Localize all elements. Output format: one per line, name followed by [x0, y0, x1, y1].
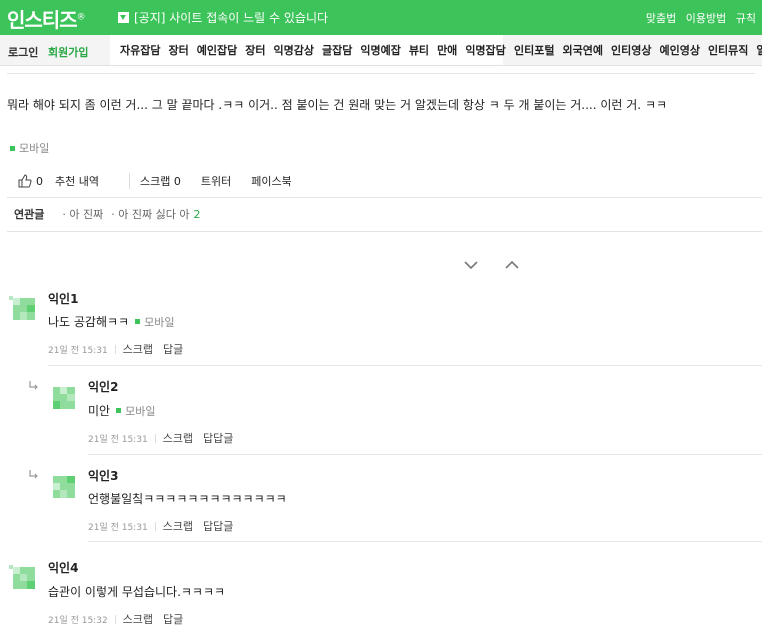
facebook-share-button[interactable]: 페이스북 — [251, 173, 291, 189]
menu-item[interactable]: 예인영상 — [659, 42, 699, 58]
comment-meta: 21일 전 15:31 스크랩 답답글 — [88, 430, 243, 446]
comment-time: 21일 전 15:31 — [88, 434, 148, 445]
avatar — [13, 567, 35, 589]
comment-meta: 21일 전 15:31 스크랩 답답글 — [88, 518, 243, 534]
thumbs-up-icon[interactable] — [18, 174, 32, 188]
top-link-spelling[interactable]: 맞춤법 — [646, 12, 676, 25]
mobile-dot-icon — [10, 145, 15, 151]
post-actions: 0 추천 내역 스크랩 0 트위터 페이스북 — [18, 172, 312, 190]
related-posts: 연관글 · 아 진짜 · 아 진짜 싫다 아2 — [14, 206, 208, 222]
device-tag: 모바일 — [10, 140, 49, 156]
scrap-button[interactable]: 스크랩 0 — [140, 173, 181, 189]
comment-time: 21일 전 15:31 — [88, 522, 148, 533]
menu-item[interactable]: 인티뮤직 — [708, 42, 748, 58]
top-header: 인스티즈® [공지] 사이트 접속이 느릴 수 있습니다 맞춤법 이용방법 규칙 — [0, 0, 762, 35]
menu-item[interactable]: 익명예잡 — [360, 42, 400, 58]
avatar — [53, 476, 75, 498]
login-link[interactable]: 로그인 — [8, 44, 38, 60]
divider — [7, 73, 755, 74]
chevron-down-icon[interactable] — [464, 258, 478, 272]
reply-link[interactable]: 답답글 — [203, 430, 233, 446]
comment-author: 익인2 — [88, 380, 119, 394]
menu-item[interactable]: 외국연예 — [562, 42, 602, 58]
top-link-rules[interactable]: 규칙 — [736, 12, 756, 25]
related-label: 연관글 — [14, 208, 45, 221]
scrap-link[interactable]: 스크랩 — [163, 518, 193, 534]
nav-bar: 로그인 회원가입 자유잡담 장터 예인잡담 장터 익명감상 글잡담 익명예잡 뷰… — [0, 35, 762, 66]
comment-text: 미안 모바일 — [88, 404, 156, 418]
reply-link[interactable]: 답글 — [163, 611, 183, 627]
reply-arrow-icon — [29, 381, 38, 390]
menu-item[interactable]: 장터 — [168, 42, 188, 58]
reply-link[interactable]: 답글 — [163, 341, 183, 357]
comment-time: 21일 전 15:32 — [48, 615, 108, 626]
related-item[interactable]: · 아 진짜 — [62, 206, 103, 222]
comment-meta: 21일 전 15:31 스크랩 답글 — [48, 341, 193, 357]
notice-banner[interactable]: [공지] 사이트 접속이 느릴 수 있습니다 — [118, 9, 328, 26]
avatar-marker — [9, 296, 13, 300]
menu-item[interactable]: 자유잡담 — [120, 42, 160, 58]
portal-menu: 인티포털 외국연예 인티영상 예인영상 인티뮤직 일정 — [514, 35, 762, 65]
related-count: 2 — [193, 208, 201, 221]
comment-author: 익인1 — [48, 292, 79, 306]
top-link-guide[interactable]: 이용방법 — [686, 12, 726, 25]
divider — [7, 231, 762, 232]
notice-text[interactable]: [공지] 사이트 접속이 느릴 수 있습니다 — [134, 9, 328, 26]
menu-item[interactable]: 예인잡담 — [197, 42, 237, 58]
twitter-share-button[interactable]: 트위터 — [201, 173, 231, 189]
comment-time: 21일 전 15:31 — [48, 345, 108, 356]
dropdown-arrow-icon[interactable] — [118, 12, 129, 23]
scrap-link[interactable]: 스크랩 — [123, 341, 153, 357]
comment-meta: 21일 전 15:32 스크랩 답글 — [48, 611, 193, 627]
comment-author: 익인4 — [48, 561, 79, 575]
divider — [128, 173, 130, 189]
menu-item[interactable]: 익명잡담 — [465, 42, 505, 58]
divider — [48, 365, 762, 366]
join-link[interactable]: 회원가입 — [48, 44, 88, 60]
related-item[interactable]: · 아 진짜 싫다 아2 — [111, 206, 200, 222]
avatar-marker — [9, 565, 13, 569]
comment-text: 습관이 이렇게 무섭습니다.ㅋㅋㅋㅋ — [48, 585, 226, 599]
menu-item[interactable]: 익명감상 — [273, 42, 313, 58]
mobile-dot-icon — [116, 408, 122, 413]
avatar — [53, 387, 75, 409]
comment-text: 언행불일칰ㅋㅋㅋㅋㅋㅋㅋㅋㅋㅋㅋㅋㅋ — [88, 492, 287, 506]
reply-link[interactable]: 답답글 — [203, 518, 233, 534]
menu-item[interactable]: 장터 — [245, 42, 265, 58]
mobile-dot-icon — [135, 319, 141, 324]
board-menu: 자유잡담 장터 예인잡담 장터 익명감상 글잡담 익명예잡 뷰티 만애 익명잡담 — [110, 35, 506, 65]
post-body: 뭐라 해야 되지 좀 이런 거... 그 말 끝마다 .ㅋㅋ 이거.. 점 붙이… — [7, 98, 668, 112]
menu-item[interactable]: 일정 — [756, 42, 762, 58]
reply-arrow-icon — [29, 470, 38, 479]
menu-item[interactable]: 글잡담 — [322, 42, 352, 58]
scrap-link[interactable]: 스크랩 — [123, 611, 153, 627]
like-count: 0 — [36, 174, 43, 188]
divider — [88, 454, 762, 455]
comment-text: 나도 공감해ㅋㅋ 모바일 — [48, 315, 175, 329]
menu-item[interactable]: 인티포털 — [514, 42, 554, 58]
scrap-link[interactable]: 스크랩 — [163, 430, 193, 446]
avatar — [13, 298, 35, 320]
site-logo[interactable]: 인스티즈® — [7, 4, 86, 33]
comment-author: 익인3 — [88, 469, 119, 483]
top-links: 맞춤법 이용방법 규칙 — [640, 10, 756, 26]
menu-item[interactable]: 만애 — [437, 42, 457, 58]
divider — [7, 197, 762, 198]
recommend-history-link[interactable]: 추천 내역 — [55, 173, 99, 189]
menu-item[interactable]: 인티영상 — [611, 42, 651, 58]
chevron-up-icon[interactable] — [505, 258, 519, 272]
menu-item[interactable]: 뷰티 — [409, 42, 429, 58]
divider — [88, 541, 762, 542]
